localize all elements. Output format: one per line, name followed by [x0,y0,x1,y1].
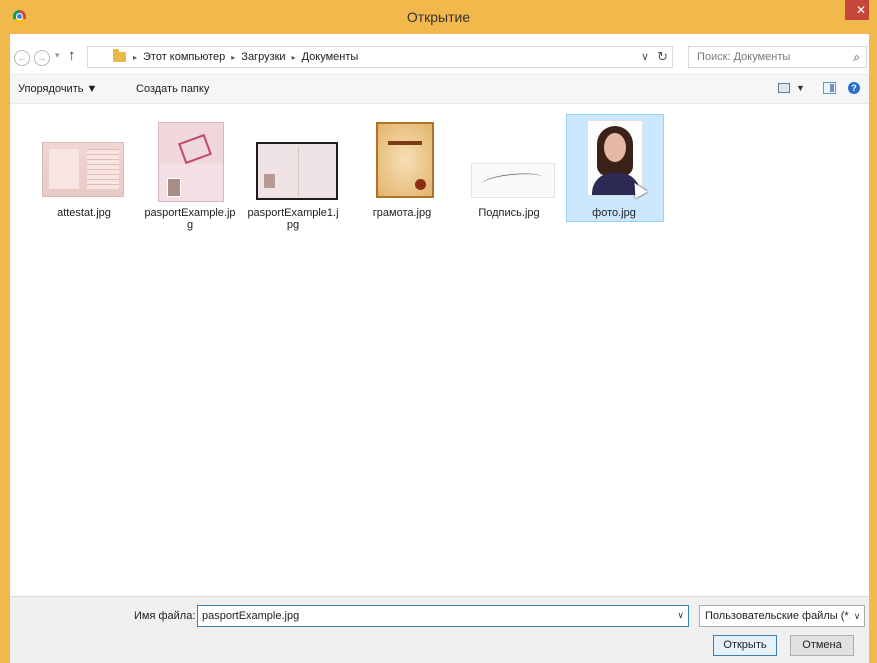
back-button[interactable]: ← [14,50,30,66]
forward-button[interactable]: → [34,50,50,66]
dialog-footer: Имя файла: pasportExample.jpg ∨ Пользова… [10,596,869,663]
file-name: pasportExample1.jpg [247,207,339,231]
breadcrumb-this-pc[interactable]: Этот компьютер [143,51,225,63]
title-bar[interactable]: Открытие ✕ [0,0,877,34]
file-name: фото.jpg [592,207,636,219]
new-folder-button[interactable]: Создать папку [136,83,209,95]
change-view-icon[interactable] [778,83,790,93]
breadcrumb-separator: ▸ [231,52,236,62]
photo-face [604,133,626,162]
open-file-dialog: Открытие ✕ ← → ▾ ↑ ▸ Этот компьютер ▸ За… [0,0,877,663]
breadcrumb-downloads[interactable]: Загрузки [241,51,285,63]
file-type-value: Пользовательские файлы (*.p [705,610,858,622]
folder-icon [113,49,126,62]
file-name: Подпись.jpg [478,207,540,219]
window-frame-right [869,0,877,663]
help-icon[interactable]: ? [848,82,860,94]
file-type-select[interactable]: Пользовательские файлы (*.p ∨ [699,605,865,627]
file-thumbnail-attestat [42,142,124,197]
refresh-icon[interactable]: ↻ [657,49,668,65]
breadcrumb-separator: ▸ [291,52,296,62]
address-history-chevron-icon[interactable]: ∨ [641,50,649,63]
filename-input[interactable]: pasportExample.jpg ∨ [197,605,689,627]
file-thumbnail-certificate [376,122,434,198]
file-name: pasportExample.jpg [144,207,236,231]
file-name: грамота.jpg [372,207,432,219]
address-bar[interactable]: ▸ Этот компьютер ▸ Загрузки ▸ Документы … [87,46,673,68]
file-thumbnail-signature [471,163,555,198]
breadcrumb-documents[interactable]: Документы [302,51,359,63]
search-input[interactable]: Поиск: Документы ⌕ [688,46,867,68]
recent-locations-dropdown[interactable]: ▾ [55,50,60,61]
view-options-chevron-icon[interactable]: ▼ [796,83,805,93]
open-button[interactable]: Открыть [713,635,777,656]
filename-label: Имя файла: [134,610,196,622]
dialog-content: ← → ▾ ↑ ▸ Этот компьютер ▸ Загрузки ▸ До… [10,34,869,663]
filename-history-chevron-icon[interactable]: ∨ [677,610,684,621]
file-thumbnail-passport-1 [256,142,338,200]
filename-value: pasportExample.jpg [202,610,300,622]
file-list: attestat.jpg pasportExample.jpg pasportE… [10,114,869,596]
command-toolbar: Упорядочить ▼ Создать папку ▼ ? [10,74,869,104]
navigation-row: ← → ▾ ↑ ▸ Этот компьютер ▸ Загрузки ▸ До… [10,44,869,70]
search-icon[interactable]: ⌕ [853,50,860,65]
up-button[interactable]: ↑ [68,47,76,64]
organize-button[interactable]: Упорядочить ▼ [18,83,97,95]
window-frame-left [0,0,10,663]
preview-pane-icon[interactable] [823,82,836,94]
window-title: Открытие [406,9,471,25]
breadcrumb-separator: ▸ [133,52,138,62]
file-name: attestat.jpg [57,207,111,219]
cancel-button[interactable]: Отмена [790,635,854,656]
breadcrumb: ▸ Этот компьютер ▸ Загрузки ▸ Документы [133,51,358,63]
search-placeholder: Поиск: Документы [697,51,791,63]
file-thumbnail-passport [158,122,224,202]
file-type-chevron-icon[interactable]: ∨ [850,606,864,626]
